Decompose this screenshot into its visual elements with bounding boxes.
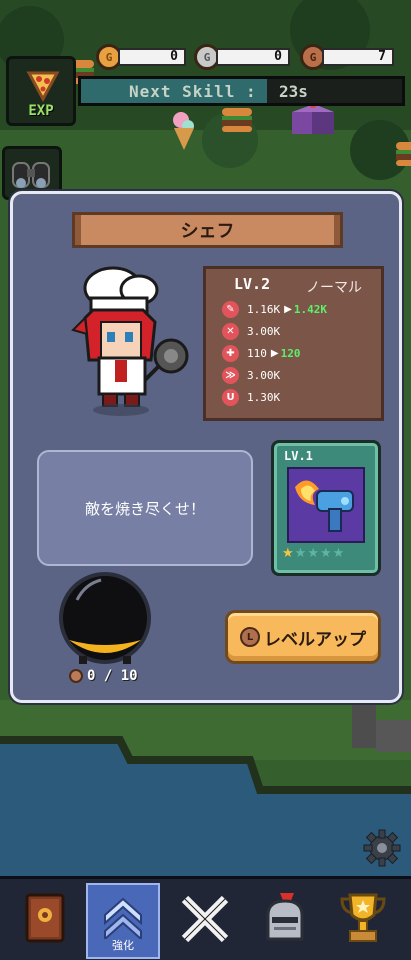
burger-decoration	[222, 108, 252, 132]
book-icon	[25, 893, 65, 943]
weapon-card[interactable]: LV.1 ★ ★ ★ ★ ★	[271, 440, 381, 576]
next-skill-bar: Next Skill : 23s	[78, 76, 405, 106]
stat-row-attack: ✎ 1.16K ▶ 1.42K	[222, 300, 327, 318]
next-skill-label: Next Skill :	[129, 82, 257, 101]
upgrade-chevron-icon	[104, 897, 142, 939]
currency-bronze: G 7	[300, 44, 394, 70]
stat-row-magnet: U 1.30K	[222, 388, 280, 406]
star-empty-icon: ★	[332, 546, 345, 561]
star-empty-icon: ★	[307, 546, 319, 561]
stats-panel: LV.2 ノーマル ✎ 1.16K ▶ 1.42K ✕ 3.00K ✚ 110 …	[203, 266, 384, 421]
stat-value: 3.00K	[247, 324, 281, 338]
range-icon: ✕	[222, 322, 239, 340]
pot-count-text: 0 / 10	[87, 668, 138, 684]
stat-row-range: ✕ 3.00K	[222, 322, 280, 340]
character-level: LV.2	[234, 275, 271, 293]
nav-upgrade[interactable]: 強化	[86, 883, 160, 959]
burger-decoration	[396, 142, 411, 166]
bronze-amount: 7	[322, 48, 394, 66]
character-rarity: ノーマル	[306, 280, 362, 296]
stat-value: 1.30K	[247, 390, 281, 404]
star-empty-icon: ★	[319, 546, 332, 561]
trophy-icon	[340, 893, 386, 942]
health-icon: ✚	[222, 344, 239, 362]
level-up-label: レベルアップ	[264, 629, 366, 650]
silver-amount: 0	[216, 48, 290, 66]
settings-gear-icon[interactable]	[362, 828, 402, 868]
flame-blaster-icon	[287, 467, 365, 543]
bronze-coin-icon: L	[240, 627, 260, 647]
nav-helmet[interactable]	[248, 883, 322, 959]
star-empty-icon: ★	[294, 546, 307, 561]
nav-book[interactable]	[8, 883, 82, 959]
currency-gold: G 0	[96, 44, 186, 70]
nav-upgrade-label: 強化	[112, 939, 134, 952]
bottom-navigation: 強化	[0, 876, 411, 960]
stat-value: 3.00K	[247, 368, 281, 382]
character-panel: シェフ LV.2 ノーマル ✎ 1.16K ▶ 1.42K ✕ 3.00K ✚	[10, 191, 402, 703]
chef-character-sprite	[71, 266, 189, 416]
upgrade-arrow-icon: ▶	[284, 303, 292, 315]
speed-icon: ≫	[222, 366, 239, 384]
knight-helmet-icon	[266, 893, 304, 941]
weapon-level: LV.1	[284, 449, 313, 463]
gold-amount: 0	[118, 48, 186, 66]
exp-label: EXP	[28, 103, 54, 119]
crossed-swords-icon	[181, 895, 229, 943]
pizza-icon	[26, 71, 60, 103]
exp-button[interactable]: EXP	[6, 56, 76, 126]
attack-icon: ✎	[222, 300, 239, 318]
stat-row-speed: ≫ 3.00K	[222, 366, 280, 384]
pot-counter: 0 / 10	[69, 668, 138, 684]
cooking-pot-icon	[59, 572, 151, 664]
bronze-coin-icon	[69, 669, 83, 683]
upgrade-arrow-icon: ▶	[270, 347, 279, 359]
nav-weapons[interactable]	[168, 883, 242, 959]
next-skill-time: 23s	[279, 82, 308, 101]
level-up-button[interactable]: L レベルアップ	[225, 610, 381, 664]
currency-silver: G 0	[194, 44, 290, 70]
magnet-icon: U	[222, 388, 239, 406]
stat-upgrade-value: 1.42K	[293, 302, 327, 316]
nav-trophy[interactable]	[326, 883, 400, 959]
stat-value: 1.16K	[247, 302, 281, 316]
binoculars-icon	[12, 162, 50, 188]
stat-row-health: ✚ 110 ▶ 120	[222, 344, 300, 362]
star-filled-icon: ★	[282, 546, 294, 561]
character-description: 敵を焼き尽くせ！	[37, 450, 253, 566]
stat-upgrade-value: 120	[280, 346, 301, 360]
character-name: シェフ	[72, 212, 343, 248]
weapon-star-rating: ★ ★ ★ ★ ★	[282, 547, 344, 561]
stat-value: 110	[247, 346, 267, 360]
